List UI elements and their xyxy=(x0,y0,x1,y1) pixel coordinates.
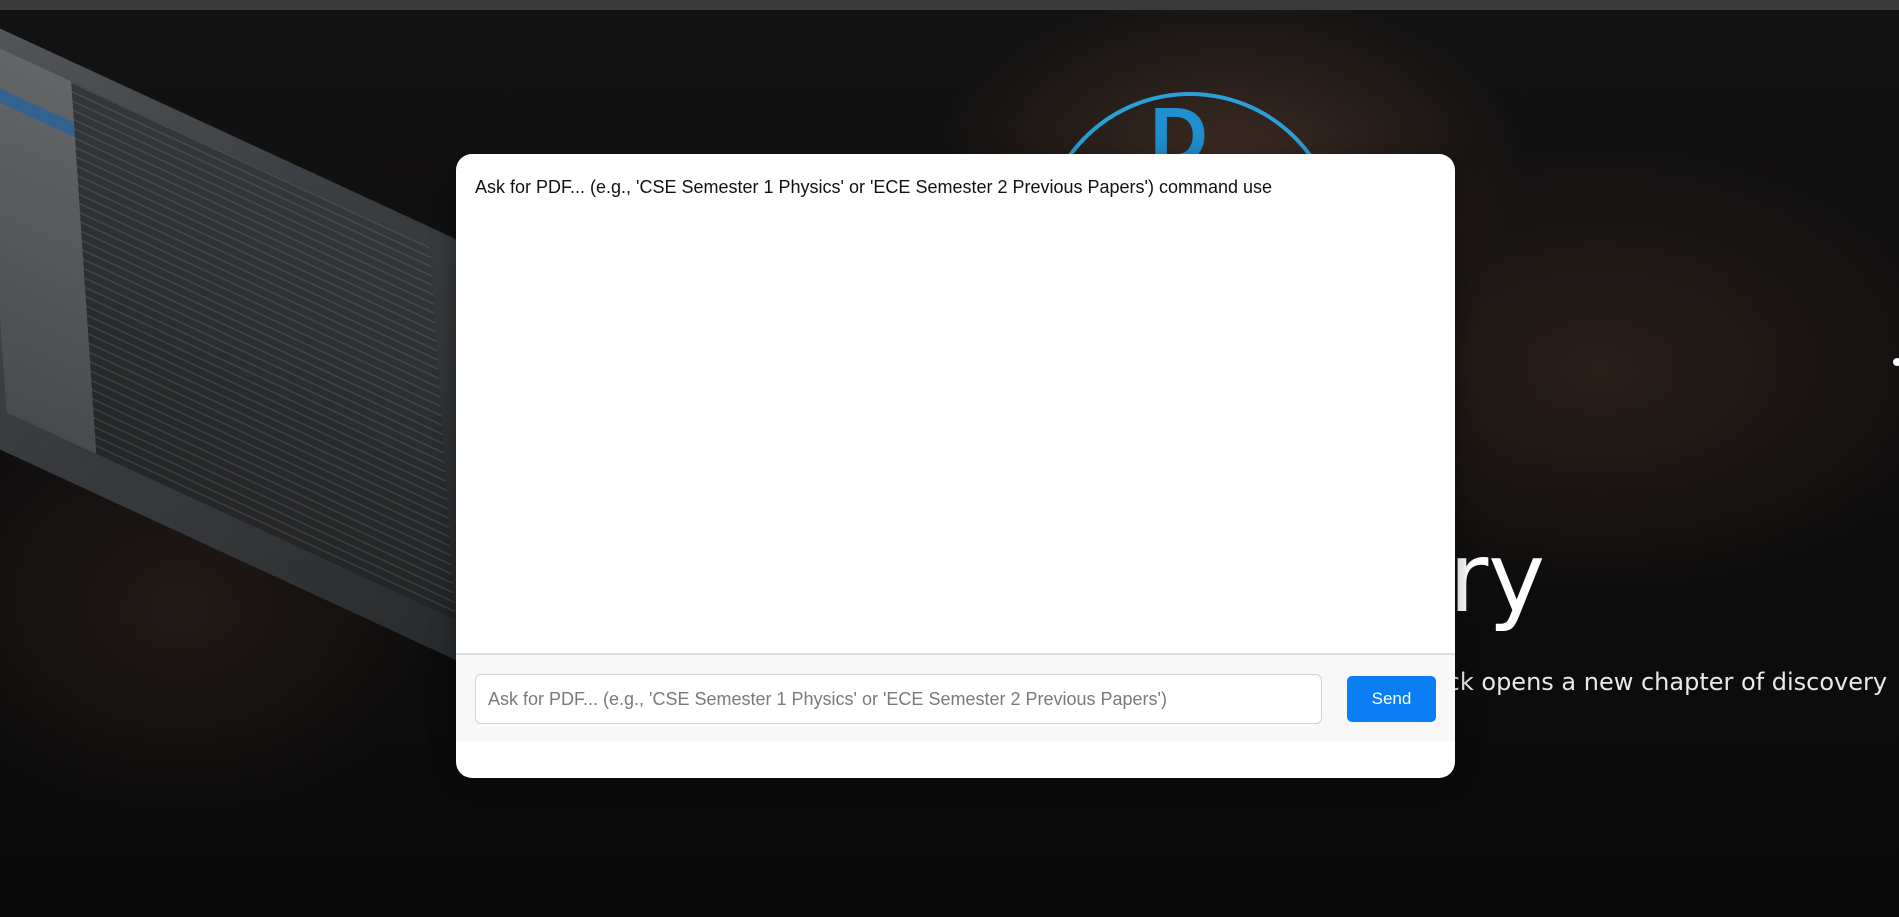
send-button[interactable]: Send xyxy=(1347,676,1436,722)
browser-top-strip xyxy=(0,0,1899,10)
page: D ary ick opens a new chapter of discove… xyxy=(0,0,1899,917)
carousel-dot[interactable] xyxy=(1893,358,1899,366)
chat-messages: Ask for PDF... (e.g., 'CSE Semester 1 Ph… xyxy=(456,154,1455,653)
hero-subtitle: ick opens a new chapter of discovery xyxy=(1440,668,1888,696)
laptop-sidebar xyxy=(0,39,97,454)
chat-input-bar: Send xyxy=(456,653,1455,741)
laptop-sidebar-selection xyxy=(0,81,75,138)
chat-modal: Ask for PDF... (e.g., 'CSE Semester 1 Ph… xyxy=(456,154,1455,778)
chat-input[interactable] xyxy=(475,674,1322,724)
bot-message: Ask for PDF... (e.g., 'CSE Semester 1 Ph… xyxy=(475,177,1273,197)
